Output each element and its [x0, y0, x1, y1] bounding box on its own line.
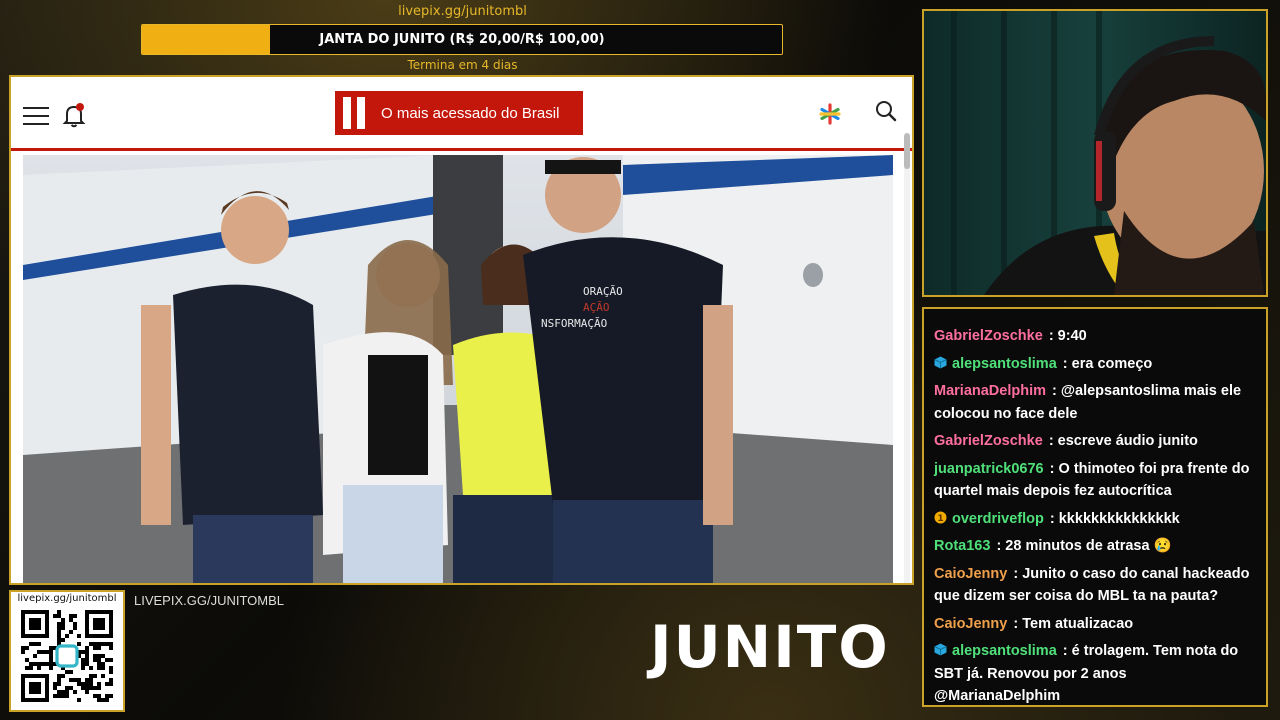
brand-text: O mais acessado do Brasil [381, 104, 560, 122]
goal-title: JANTA DO JUNITO (R$ 20,00/R$ 100,00) [319, 32, 605, 47]
chat-message: juanpatrick0676 : O thimoteo foi pra fre… [934, 458, 1256, 503]
brand-logo-icon [335, 91, 373, 135]
chat-username[interactable]: juanpatrick0676 [934, 461, 1044, 477]
search-icon[interactable] [874, 99, 898, 123]
chat-username[interactable]: CaioJenny [934, 566, 1007, 582]
scrollbar-thumb[interactable] [904, 133, 910, 169]
article-photo: ORAÇÃO AÇÃO NSFORMAÇÃO [23, 155, 893, 583]
coin-badge-icon: 1 [934, 511, 947, 524]
chat-username[interactable]: MarianaDelphim [934, 383, 1046, 399]
chat-message: CaioJenny : Junito o caso do canal hacke… [934, 563, 1256, 608]
qr-code-icon [21, 610, 113, 702]
chat-message: alepsantoslima : é trolagem. Tem nota do… [934, 640, 1256, 705]
site-brand[interactable]: O mais acessado do Brasil [335, 91, 583, 135]
chat-panel[interactable]: GabrielZoschke : 9:40 alepsantoslima : er… [922, 307, 1268, 707]
cube-badge-icon [934, 643, 947, 656]
chat-message: GabrielZoschke : 9:40 [934, 325, 1256, 348]
chat-username[interactable]: Rota163 [934, 538, 990, 554]
qr-label: livepix.gg/junitombl [17, 593, 117, 604]
goal-deadline: Termina em 4 dias [407, 58, 518, 72]
browser-capture: O mais acessado do Brasil ORAÇÃO AÇÃO NS… [9, 75, 914, 585]
svg-text:AÇÃO: AÇÃO [583, 301, 610, 314]
cube-badge-icon [934, 356, 947, 368]
qr-code-card: livepix.gg/junitombl [9, 590, 125, 712]
chat-username[interactable]: alepsantoslima [952, 643, 1057, 659]
chat-username[interactable]: GabrielZoschke [934, 328, 1043, 344]
goal-progress-bar: JANTA DO JUNITO (R$ 20,00/R$ 100,00) [141, 24, 783, 55]
site-header: O mais acessado do Brasil [11, 77, 912, 151]
chat-message: alepsantoslima : era começo [934, 353, 1256, 376]
chat-username[interactable]: alepsantoslima [952, 356, 1057, 372]
chat-text: : 9:40 [1044, 328, 1087, 344]
livepix-link: LIVEPIX.GG/JUNITOMBL [134, 593, 285, 608]
chat-text: : Tem atualizacao [1009, 615, 1134, 632]
goal-url: livepix.gg/junitombl [398, 4, 527, 19]
chat-username[interactable]: CaioJenny [934, 616, 1007, 632]
chat-message: 1 overdriveflop : kkkkkkkkkkkkkkk [934, 508, 1256, 531]
svg-text:ORAÇÃO: ORAÇÃO [583, 285, 623, 298]
scrollbar-track[interactable] [904, 153, 910, 583]
chat-message: MarianaDelphim : @alepsantoslima mais el… [934, 380, 1256, 425]
channel-logo: JUNITO [650, 613, 890, 681]
svg-text:NSFORMAÇÃO: NSFORMAÇÃO [541, 317, 607, 330]
chat-text: : era começo [1058, 355, 1153, 372]
chat-username[interactable]: overdriveflop [952, 511, 1044, 527]
svg-text:1: 1 [937, 514, 943, 524]
chat-text: : 28 minutos de atrasa 😢 [992, 538, 1172, 554]
bell-icon[interactable] [62, 102, 86, 128]
chat-message: CaioJenny : Tem atualizacao [934, 613, 1256, 636]
chat-username[interactable]: GabrielZoschke [934, 433, 1043, 449]
star-icon[interactable] [819, 103, 841, 125]
chat-message: GabrielZoschke : escreve áudio junito [934, 430, 1256, 453]
chat-text: : kkkkkkkkkkkkkkk [1045, 510, 1180, 527]
chat-message: Rota163 : 28 minutos de atrasa 😢 [934, 535, 1256, 558]
menu-icon[interactable] [23, 107, 49, 125]
chat-text: : escreve áudio junito [1044, 433, 1198, 449]
webcam-feed [922, 9, 1268, 297]
